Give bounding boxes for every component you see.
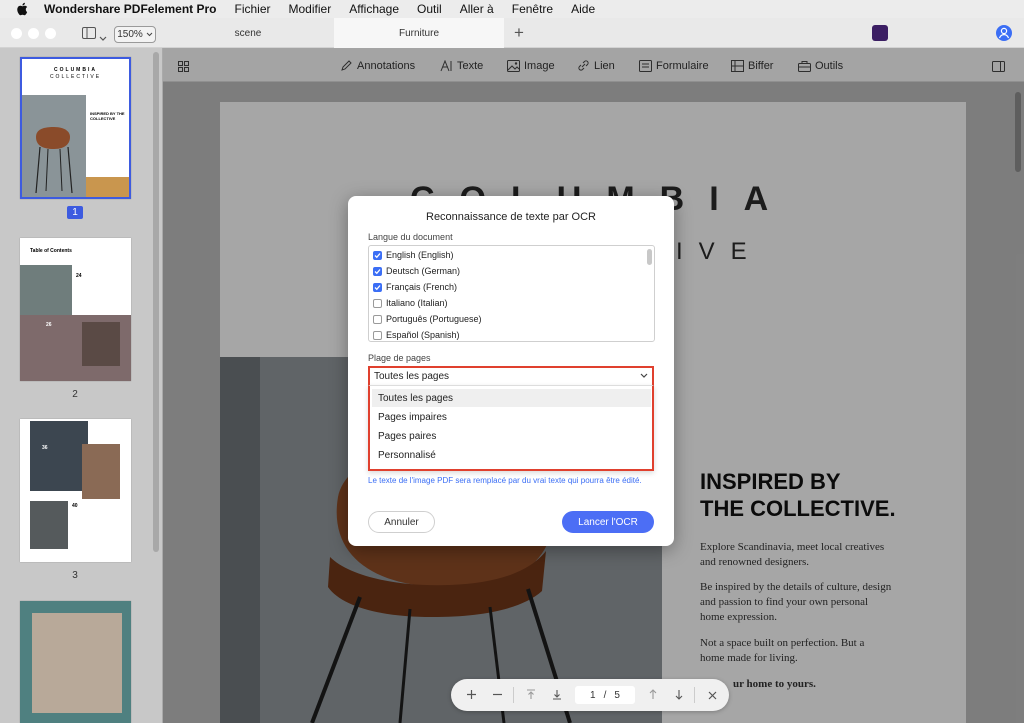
new-tab-button[interactable]: + bbox=[514, 23, 524, 43]
thumb-photo bbox=[82, 444, 120, 499]
language-list[interactable]: English (English) Deutsch (German) Franç… bbox=[368, 245, 655, 342]
language-option[interactable]: Deutsch (German) bbox=[373, 263, 460, 279]
tab-furniture[interactable]: Furniture bbox=[334, 18, 504, 48]
page-navigation-bar: 1 / 5 bbox=[451, 679, 729, 711]
menu-fichier[interactable]: Fichier bbox=[235, 2, 271, 16]
menu-bar: Wondershare PDFelement Pro Fichier Modif… bbox=[0, 0, 1024, 18]
divider bbox=[694, 687, 695, 703]
thumb-subtitle: COLLECTIVE bbox=[49, 74, 102, 80]
menu-affichage[interactable]: Affichage bbox=[349, 2, 399, 16]
chevron-down-icon[interactable] bbox=[640, 371, 648, 382]
thumb-photo bbox=[22, 95, 86, 197]
dialog-title: Reconnaissance de texte par OCR bbox=[426, 211, 596, 223]
thumb-photo bbox=[32, 613, 122, 713]
zoom-value: 150% bbox=[117, 29, 143, 40]
thumb-photo bbox=[20, 265, 72, 315]
language-name: Español (Spanish) bbox=[386, 330, 460, 340]
page-range-select[interactable]: Toutes les pages bbox=[368, 366, 654, 385]
page-indicator[interactable]: 1 / 5 bbox=[575, 686, 635, 704]
zoom-in-icon[interactable] bbox=[466, 688, 477, 703]
page-range-option-all[interactable]: Toutes les pages bbox=[372, 389, 651, 407]
language-list-scrollbar[interactable] bbox=[647, 249, 652, 265]
page-number-1[interactable]: 1 bbox=[67, 206, 83, 219]
page-range-value: Toutes les pages bbox=[374, 371, 450, 382]
page-number-2[interactable]: 2 bbox=[67, 389, 83, 400]
page-range-option-odd[interactable]: Pages impaires bbox=[372, 408, 651, 426]
thumb-number: 40 bbox=[72, 503, 78, 509]
page-range-option-custom[interactable]: Personnalisé bbox=[372, 446, 651, 464]
zoom-select[interactable]: 150% bbox=[114, 26, 156, 43]
thumb-chair-photo bbox=[82, 322, 120, 366]
checkbox-unchecked-icon[interactable] bbox=[373, 314, 382, 324]
zoom-window-button[interactable] bbox=[45, 28, 56, 39]
thumb-heading: INSPIRED BY THE COLLECTIVE bbox=[90, 111, 125, 121]
thumb-number: 36 bbox=[42, 445, 48, 451]
checkbox-unchecked-icon[interactable] bbox=[373, 330, 382, 340]
thumbnail-page-1[interactable]: COLUMBIA COLLECTIVE INSPIRED BY THE COLL… bbox=[20, 57, 131, 199]
thumbnail-page-2[interactable]: Table of Contents 24 26 bbox=[20, 238, 131, 381]
menu-aller-a[interactable]: Aller à bbox=[460, 2, 494, 16]
language-name: Français (French) bbox=[386, 282, 458, 292]
chevron-down-icon[interactable] bbox=[99, 29, 107, 47]
close-navbar-icon[interactable] bbox=[708, 688, 717, 703]
language-option[interactable]: Italiano (Italian) bbox=[373, 295, 448, 311]
language-name: Português (Portuguese) bbox=[386, 314, 482, 324]
next-page-icon[interactable] bbox=[674, 688, 684, 703]
language-option[interactable]: English (English) bbox=[373, 247, 454, 263]
doc-paragraph-tail: ur home to yours. bbox=[733, 678, 816, 690]
checkbox-checked-icon[interactable] bbox=[373, 266, 382, 276]
menu-outil[interactable]: Outil bbox=[417, 2, 442, 16]
previous-page-icon[interactable] bbox=[648, 688, 658, 703]
sidebar-scrollbar[interactable] bbox=[153, 52, 159, 552]
last-page-icon[interactable] bbox=[552, 688, 562, 703]
minimize-window-button[interactable] bbox=[28, 28, 39, 39]
tab-scene[interactable]: scene bbox=[163, 18, 333, 48]
tab-label: scene bbox=[234, 27, 262, 39]
checkbox-unchecked-icon[interactable] bbox=[373, 298, 382, 308]
divider bbox=[513, 687, 514, 703]
page-range-option-even[interactable]: Pages paires bbox=[372, 427, 651, 445]
page-range-dropdown: Toutes les pages Pages impaires Pages pa… bbox=[368, 385, 654, 471]
thumb-title: COLUMBIA bbox=[54, 67, 97, 73]
app-name[interactable]: Wondershare PDFelement Pro bbox=[44, 2, 217, 16]
language-option[interactable]: Español (Spanish) bbox=[373, 327, 460, 341]
checkbox-checked-icon[interactable] bbox=[373, 250, 382, 260]
menu-aide[interactable]: Aide bbox=[571, 2, 595, 16]
menu-fenetre[interactable]: Fenêtre bbox=[512, 2, 553, 16]
language-name: English (English) bbox=[386, 250, 454, 260]
close-window-button[interactable] bbox=[11, 28, 22, 39]
apple-icon[interactable] bbox=[16, 2, 30, 16]
thumb-number: 26 bbox=[46, 322, 52, 328]
current-page-input[interactable]: 1 bbox=[590, 690, 596, 701]
ocr-dialog: Reconnaissance de texte par OCR Langue d… bbox=[348, 196, 674, 546]
page-separator: / bbox=[603, 689, 607, 701]
launch-ocr-button[interactable]: Lancer l'OCR bbox=[562, 511, 654, 533]
thumbnail-page-3[interactable]: 36 40 bbox=[20, 419, 131, 562]
tab-label: Furniture bbox=[398, 27, 439, 39]
cancel-button[interactable]: Annuler bbox=[368, 511, 435, 533]
checkbox-checked-icon[interactable] bbox=[373, 282, 382, 292]
language-option[interactable]: Français (French) bbox=[373, 279, 457, 295]
thumb-number: 24 bbox=[76, 273, 82, 279]
language-label: Langue du document bbox=[368, 232, 453, 242]
page-number-3[interactable]: 3 bbox=[67, 570, 83, 581]
zoom-out-icon[interactable] bbox=[492, 688, 503, 703]
thumb-dark-block bbox=[30, 421, 88, 491]
ocr-note: Le texte de l'image PDF sera remplacé pa… bbox=[368, 476, 642, 485]
sidebar-toggle-icon[interactable] bbox=[82, 26, 96, 44]
thumb-accent-block bbox=[86, 177, 129, 197]
language-option[interactable]: Português (Portuguese) bbox=[373, 311, 482, 327]
page-range-label: Plage de pages bbox=[368, 353, 431, 363]
user-avatar-icon[interactable] bbox=[996, 25, 1012, 41]
app-icon[interactable] bbox=[872, 25, 888, 41]
language-name: Italiano (Italian) bbox=[386, 298, 448, 308]
menu-modifier[interactable]: Modifier bbox=[289, 2, 332, 16]
total-pages: 5 bbox=[614, 689, 620, 701]
first-page-icon[interactable] bbox=[526, 688, 536, 703]
thumb-toc-title: Table of Contents bbox=[30, 248, 72, 254]
thumb-photo bbox=[30, 501, 68, 549]
language-name: Deutsch (German) bbox=[386, 266, 461, 276]
thumbnail-page-4[interactable] bbox=[20, 601, 131, 723]
